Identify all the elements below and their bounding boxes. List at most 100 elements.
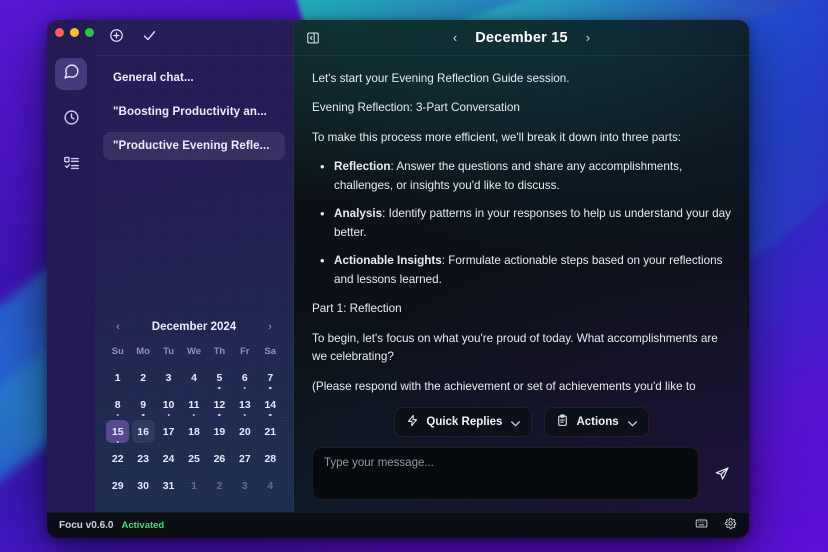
calendar-day-number: 29 xyxy=(111,479,124,492)
calendar-day-29[interactable]: 29 xyxy=(105,473,130,498)
calendar-day-number: 3 xyxy=(165,371,172,384)
calendar-day-30[interactable]: 30 xyxy=(130,473,155,498)
calendar-weekday-header: Su xyxy=(111,346,124,357)
calendar-day-number: 27 xyxy=(239,452,251,465)
calendar-day-21[interactable]: 21 xyxy=(258,419,283,444)
conversation-item-general[interactable]: General chat... xyxy=(103,64,285,92)
keyboard-icon[interactable] xyxy=(695,517,708,535)
quick-replies-label: Quick Replies xyxy=(426,416,503,428)
calendar-day-15[interactable]: 15 xyxy=(105,419,130,444)
conversation-list: General chat... "Boosting Productivity a… xyxy=(95,56,293,166)
calendar-day-6[interactable]: 6 xyxy=(232,365,257,390)
calendar-day-20[interactable]: 20 xyxy=(232,419,257,444)
chevron-down-icon xyxy=(626,417,637,428)
calendar-day-24[interactable]: 24 xyxy=(156,446,181,471)
calendar-day-number: 24 xyxy=(162,452,175,465)
calendar-month-title: December 2024 xyxy=(151,321,237,333)
conversation-item-boosting-productivity[interactable]: "Boosting Productivity an... xyxy=(103,98,285,126)
calendar-day-9[interactable]: 9 xyxy=(130,392,155,417)
bullet-term: Analysis xyxy=(334,207,383,221)
calendar-day-25[interactable]: 25 xyxy=(181,446,206,471)
message-paragraph: To begin, let's focus on what you're pro… xyxy=(312,331,718,364)
clock-icon xyxy=(63,109,80,131)
calendar-day-31[interactable]: 31 xyxy=(156,473,181,498)
calendar-day-activity-dot xyxy=(269,413,272,416)
calendar-day-16[interactable]: 16 xyxy=(130,419,155,444)
next-day-button[interactable]: › xyxy=(586,31,590,44)
calendar-day-12[interactable]: 12 xyxy=(207,392,232,417)
rail-item-history[interactable] xyxy=(55,104,87,136)
sidebar-toggle-icon[interactable] xyxy=(306,31,320,45)
calendar-day-5[interactable]: 5 xyxy=(207,365,232,390)
calendar-day-activity-dot xyxy=(218,386,221,389)
calendar-day-7[interactable]: 7 xyxy=(258,365,283,390)
prev-day-button[interactable]: ‹ xyxy=(453,31,457,44)
calendar-day-number: 25 xyxy=(188,452,200,465)
message-list: Let's start your Evening Reflection Guid… xyxy=(294,56,749,399)
calendar-day-1[interactable]: 1 xyxy=(105,365,130,390)
calendar-day-number: 3 xyxy=(241,479,248,492)
calendar-day-activity-dot xyxy=(192,413,196,416)
quick-replies-button[interactable]: Quick Replies xyxy=(394,407,533,437)
calendar-day-8[interactable]: 8 xyxy=(105,392,130,417)
calendar-day-13[interactable]: 13 xyxy=(232,392,257,417)
maximize-window-button[interactable] xyxy=(85,28,94,37)
rail-item-chat[interactable] xyxy=(55,58,87,90)
list-item: Analysis: Identify patterns in your resp… xyxy=(312,204,731,242)
lightning-bolt-icon xyxy=(406,414,419,430)
close-window-button[interactable] xyxy=(55,28,64,37)
minimize-window-button[interactable] xyxy=(70,28,79,37)
message-input[interactable] xyxy=(312,447,699,500)
check-icon[interactable] xyxy=(142,28,157,48)
message-paragraph: (Please respond with the achievement or … xyxy=(312,379,696,399)
message-bullet-list: Reflection: Answer the questions and sha… xyxy=(312,157,731,289)
actions-button[interactable]: Actions xyxy=(544,407,649,437)
conversation-item-productive-evening-reflection[interactable]: "Productive Evening Refle... xyxy=(103,132,285,160)
calendar-day-number: 2 xyxy=(140,371,147,384)
calendar-day-23[interactable]: 23 xyxy=(130,446,155,471)
bullet-term: Actionable Insights xyxy=(334,254,442,268)
calendar-day-10[interactable]: 10 xyxy=(156,392,181,417)
calendar-day-activity-dot xyxy=(243,413,247,416)
calendar-day-1-other-month[interactable]: 1 xyxy=(181,473,206,498)
calendar-day-3[interactable]: 3 xyxy=(156,365,181,390)
calendar-weekday-header: Sa xyxy=(264,346,277,357)
conversation-panel: General chat... "Boosting Productivity a… xyxy=(95,20,294,512)
calendar-day-27[interactable]: 27 xyxy=(232,446,257,471)
calendar-day-number: 20 xyxy=(239,425,251,438)
message-paragraph: To make this process more efficient, we'… xyxy=(312,130,682,144)
chat-bubble-icon xyxy=(63,63,80,85)
calendar-day-number: 1 xyxy=(114,371,121,384)
window-body: General chat... "Boosting Productivity a… xyxy=(47,20,749,512)
chat-pane: ‹ December 15 › Let's start your Evening… xyxy=(294,20,749,512)
calendar-day-2-other-month[interactable]: 2 xyxy=(207,473,232,498)
bullet-term: Reflection xyxy=(334,160,391,174)
calendar-day-22[interactable]: 22 xyxy=(105,446,130,471)
calendar-day-17[interactable]: 17 xyxy=(156,419,181,444)
plus-circle-icon[interactable] xyxy=(109,28,124,48)
message-paragraph: Part 1: Reflection xyxy=(312,302,402,316)
calendar-day-number: 26 xyxy=(213,452,226,465)
calendar-day-28[interactable]: 28 xyxy=(258,446,283,471)
calendar-day-19[interactable]: 19 xyxy=(207,419,232,444)
calendar-day-3-other-month[interactable]: 3 xyxy=(232,473,257,498)
message-composer xyxy=(294,443,749,512)
calendar-day-14[interactable]: 14 xyxy=(258,392,283,417)
calendar-prev-month-button[interactable]: ‹ xyxy=(109,318,127,336)
calendar-day-number: 4 xyxy=(267,479,274,492)
gear-icon[interactable] xyxy=(724,517,737,535)
rail-item-tasks[interactable] xyxy=(55,150,87,182)
calendar-day-18[interactable]: 18 xyxy=(181,419,206,444)
calendar-weekday-header: We xyxy=(186,346,202,357)
bullet-text: : Identify patterns in your responses to… xyxy=(334,207,731,239)
send-icon[interactable] xyxy=(709,461,735,487)
calendar-day-11[interactable]: 11 xyxy=(181,392,206,417)
calendar-weekday-header: Fr xyxy=(240,346,250,357)
calendar-day-4[interactable]: 4 xyxy=(181,365,206,390)
calendar-weekday-header: Th xyxy=(213,346,226,357)
calendar-day-number: 17 xyxy=(162,425,175,438)
calendar-next-month-button[interactable]: › xyxy=(261,318,279,336)
calendar-day-2[interactable]: 2 xyxy=(130,365,155,390)
calendar-day-26[interactable]: 26 xyxy=(207,446,232,471)
calendar-day-4-other-month[interactable]: 4 xyxy=(258,473,283,498)
